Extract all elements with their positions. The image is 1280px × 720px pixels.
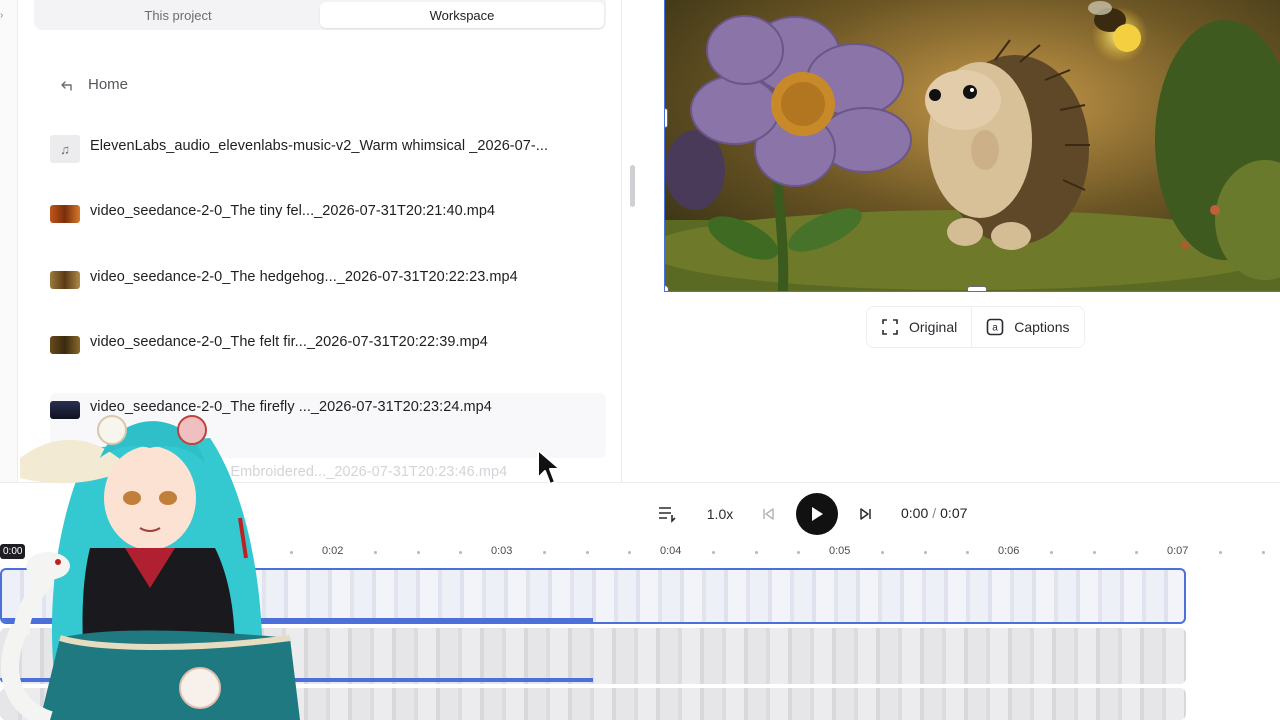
scrollbar[interactable] bbox=[630, 165, 635, 207]
tick-dot bbox=[459, 551, 462, 554]
tick-dot bbox=[1219, 551, 1222, 554]
time-readout: 0:00/0:07 bbox=[901, 505, 967, 521]
file-name: video_seedance-2-0_The hedgehog..._2026-… bbox=[90, 268, 518, 285]
original-button[interactable]: Original bbox=[867, 307, 971, 347]
tick-dot bbox=[712, 551, 715, 554]
tick-label: 0:05 bbox=[829, 545, 851, 557]
skip-back-icon bbox=[763, 508, 774, 520]
tab-workspace[interactable]: Workspace bbox=[320, 2, 604, 28]
scope-toggle: This project Workspace bbox=[34, 0, 606, 30]
tab-this-project[interactable]: This project bbox=[36, 2, 320, 28]
duration: 0:07 bbox=[940, 505, 968, 521]
queue-button[interactable] bbox=[656, 503, 678, 525]
tick-label: 0:02 bbox=[322, 545, 344, 557]
captions-label: Captions bbox=[1014, 319, 1070, 335]
resize-handle[interactable] bbox=[665, 108, 668, 128]
play-icon bbox=[812, 507, 823, 521]
skip-back-button[interactable] bbox=[758, 504, 778, 524]
tick-dot bbox=[1135, 551, 1138, 554]
resize-handle[interactable] bbox=[665, 285, 669, 291]
tick-dot bbox=[755, 551, 758, 554]
captions-icon: a bbox=[986, 318, 1004, 336]
video-thumbnail bbox=[50, 335, 80, 354]
list-item[interactable]: video_seedance-2-0_The felt fir..._2026-… bbox=[50, 328, 606, 393]
editor-window: › This project Workspace Home ♫ ElevenLa… bbox=[0, 0, 1280, 720]
tick-dot bbox=[586, 551, 589, 554]
tick-dot bbox=[1262, 551, 1265, 554]
preview-frame bbox=[665, 0, 1280, 291]
tick-dot bbox=[966, 551, 969, 554]
play-button[interactable] bbox=[796, 493, 838, 535]
skip-forward-icon bbox=[860, 508, 871, 520]
video-thumbnail bbox=[50, 270, 80, 289]
rail-indicator: › bbox=[0, 10, 4, 21]
preview-mode-toggle: Original a Captions bbox=[866, 306, 1085, 348]
home-link[interactable]: Home bbox=[58, 76, 128, 93]
list-item[interactable]: video_seedance-2-0_The tiny fel..._2026-… bbox=[50, 197, 606, 262]
tick-label: 0:04 bbox=[660, 545, 682, 557]
tick-dot bbox=[417, 551, 420, 554]
skip-forward-button[interactable] bbox=[856, 504, 876, 524]
tick-dot bbox=[1050, 551, 1053, 554]
music-note-icon: ♫ bbox=[50, 135, 80, 163]
home-label: Home bbox=[88, 76, 129, 93]
mouse-cursor-icon bbox=[537, 449, 561, 485]
tick-dot bbox=[881, 551, 884, 554]
speed-selector[interactable]: 1.0x bbox=[702, 504, 738, 524]
queue-icon bbox=[659, 507, 676, 523]
video-preview[interactable] bbox=[664, 0, 1280, 292]
tick-dot bbox=[628, 551, 631, 554]
file-name: video_seedance-2-0_The felt fir..._2026-… bbox=[90, 333, 488, 350]
tick-dot bbox=[1093, 551, 1096, 554]
list-item[interactable]: ♫ ElevenLabs_audio_elevenlabs-music-v2_W… bbox=[50, 132, 606, 197]
tick-dot bbox=[543, 551, 546, 554]
captions-button[interactable]: a Captions bbox=[971, 307, 1083, 347]
file-name: video_seedance-2-0_The tiny fel..._2026-… bbox=[90, 203, 496, 220]
tick-label: 0:07 bbox=[1167, 545, 1189, 557]
vtuber-avatar-overlay bbox=[1, 415, 300, 720]
video-thumbnail bbox=[50, 205, 80, 224]
tick-dot bbox=[797, 551, 800, 554]
fullscreen-icon bbox=[882, 319, 898, 335]
return-arrow-icon bbox=[61, 80, 72, 91]
current-time: 0:00 bbox=[901, 505, 929, 521]
tick-dot bbox=[924, 551, 927, 554]
file-name: ElevenLabs_audio_elevenlabs-music-v2_War… bbox=[90, 138, 549, 154]
tick-label: 0:06 bbox=[998, 545, 1020, 557]
svg-text:a: a bbox=[992, 323, 998, 334]
list-item[interactable]: video_seedance-2-0_The hedgehog..._2026-… bbox=[50, 263, 606, 328]
original-label: Original bbox=[909, 319, 958, 335]
time-separator: / bbox=[932, 505, 937, 521]
tick-label: 0:03 bbox=[491, 545, 513, 557]
tick-dot bbox=[374, 551, 377, 554]
